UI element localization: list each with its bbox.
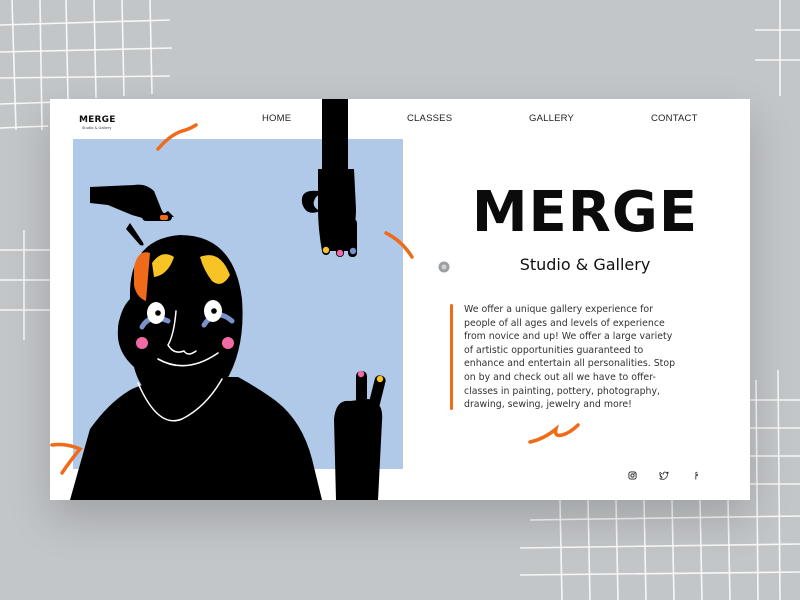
hero-illustration	[50, 99, 580, 500]
instagram-icon[interactable]	[625, 468, 639, 482]
cursor-dot	[438, 261, 450, 273]
logo-title: MERGE	[79, 115, 116, 125]
twitter-icon[interactable]	[657, 468, 671, 482]
brand-logo[interactable]: MERGE Studio & Gallery	[79, 115, 116, 130]
website-card: MERGE Studio & Gallery HOME CLASSES GALL…	[50, 99, 750, 500]
nav-gallery[interactable]: GALLERY	[529, 113, 574, 124]
nav-contact[interactable]: CONTACT	[651, 113, 698, 124]
hero-description: We offer a unique gallery experience for…	[464, 304, 676, 411]
logo-tagline: Studio & Gallery	[82, 126, 112, 130]
hero-title: MERGE	[471, 180, 699, 245]
facebook-icon[interactable]	[689, 468, 703, 482]
squiggle-right	[528, 423, 580, 444]
nav-classes[interactable]: CLASSES	[407, 113, 452, 124]
hero-subtitle: Studio & Gallery	[519, 255, 651, 274]
nav-home[interactable]: HOME	[262, 113, 291, 124]
accent-bar	[450, 304, 453, 410]
